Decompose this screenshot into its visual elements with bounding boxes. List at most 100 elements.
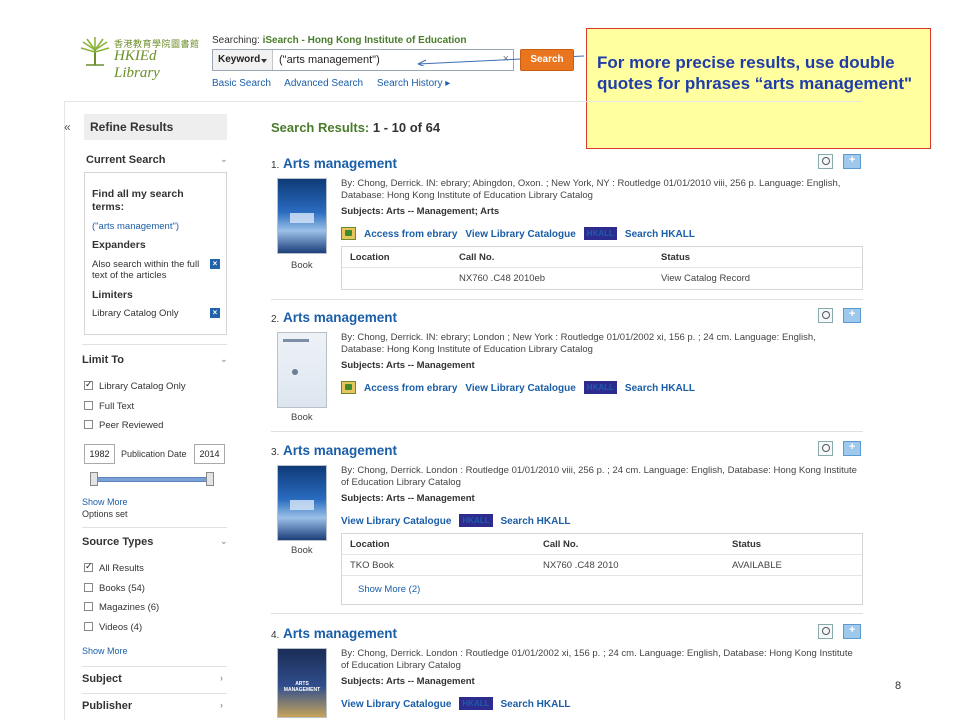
result-tools xyxy=(818,441,861,459)
limit-library-catalog-checkbox[interactable]: Library Catalog Only xyxy=(84,379,186,392)
limit-peer-reviewed-checkbox[interactable]: Peer Reviewed xyxy=(84,420,163,431)
searching-database[interactable]: iSearch - Hong Kong Institute of Educati… xyxy=(263,35,467,46)
result-separator xyxy=(271,431,863,432)
result-type-label: Book xyxy=(291,412,313,423)
remove-limiter-icon[interactable]: × xyxy=(210,308,220,318)
checkbox-icon xyxy=(84,401,93,410)
source-videos-checkbox[interactable]: Videos (4) xyxy=(84,622,142,633)
chevron-right-icon: › xyxy=(220,673,223,683)
ebrary-icon xyxy=(341,227,356,240)
current-search-heading[interactable]: Current Search ⌄ xyxy=(86,154,228,166)
checkbox-icon xyxy=(84,420,93,429)
subject-label: Subject xyxy=(82,673,122,685)
collapse-sidebar-icon[interactable]: « xyxy=(64,120,71,134)
preview-icon[interactable] xyxy=(818,624,833,639)
result-title-link[interactable]: Arts management xyxy=(283,156,397,171)
add-to-folder-icon[interactable] xyxy=(843,441,861,456)
view-catalogue-link[interactable]: View Library Catalogue xyxy=(465,383,575,394)
search-hkall-link[interactable]: Search HKALL xyxy=(501,516,571,527)
holdings-col-status: Status xyxy=(732,539,762,550)
limit-to-label: Limit To xyxy=(82,354,124,366)
cover-title-text: ARTS MANAGEMENT xyxy=(283,681,321,693)
source-books-checkbox[interactable]: Books (54) xyxy=(84,583,145,594)
checkbox-label: Books (54) xyxy=(99,583,145,594)
current-search-term[interactable]: ("arts management") xyxy=(92,221,212,232)
add-to-folder-icon[interactable] xyxy=(843,624,861,639)
access-ebrary-link[interactable]: Access from ebrary xyxy=(364,229,457,240)
source-show-more-link[interactable]: Show More xyxy=(82,646,128,656)
add-to-folder-icon[interactable] xyxy=(843,154,861,169)
book-cover-thumbnail[interactable]: ARTS MANAGEMENT xyxy=(277,648,327,718)
checkbox-label: Peer Reviewed xyxy=(99,420,164,431)
search-hkall-link[interactable]: Search HKALL xyxy=(501,699,571,710)
view-catalogue-link[interactable]: View Library Catalogue xyxy=(341,699,451,710)
date-from-input[interactable]: 1982 xyxy=(84,444,115,464)
hkall-logo-icon[interactable]: HKALL xyxy=(459,514,493,527)
result-citation: By: Chong, Derrick. London : Routledge 0… xyxy=(341,648,853,671)
book-cover-thumbnail[interactable] xyxy=(277,332,327,408)
options-set-label: Options set xyxy=(82,509,128,519)
search-hkall-link[interactable]: Search HKALL xyxy=(625,229,695,240)
result-item: 1. Arts management Book By: Chong, Derri… xyxy=(271,154,863,296)
library-logo[interactable]: 香港教育學院圖書館 HKIEd Library xyxy=(78,34,203,81)
current-search-box: Find all my search terms: ("arts managem… xyxy=(84,172,227,335)
checkbox-checked-icon xyxy=(84,379,93,390)
view-catalog-record-link[interactable]: View Catalog Record xyxy=(661,273,750,284)
advanced-search-link[interactable]: Advanced Search xyxy=(284,78,363,89)
date-slider-end-handle[interactable] xyxy=(206,472,214,486)
callout-text: For more precise results, use double quo… xyxy=(597,53,913,93)
limiter-item: Library Catalog Only xyxy=(92,308,179,319)
preview-icon[interactable] xyxy=(818,441,833,456)
date-to-input[interactable]: 2014 xyxy=(194,444,225,464)
divider xyxy=(82,693,227,694)
field-select[interactable]: Keyword xyxy=(213,50,273,70)
search-links: Basic Search Advanced Search Search Hist… xyxy=(212,78,461,89)
publisher-facet[interactable]: Publisher › xyxy=(82,700,223,712)
limit-to-heading[interactable]: Limit To ⌄ xyxy=(82,354,228,366)
chevron-right-icon: › xyxy=(220,700,223,710)
date-slider-start-handle[interactable] xyxy=(90,472,98,486)
search-button[interactable]: Search xyxy=(520,49,574,71)
preview-icon[interactable] xyxy=(818,308,833,323)
result-title-link[interactable]: Arts management xyxy=(283,443,397,458)
results-label: Search Results: xyxy=(271,120,370,135)
add-to-folder-icon[interactable] xyxy=(843,308,861,323)
result-title-link[interactable]: Arts management xyxy=(283,626,397,641)
source-all-results-checkbox[interactable]: All Results xyxy=(84,561,144,574)
limit-full-text-checkbox[interactable]: Full Text xyxy=(84,401,134,412)
search-hkall-link[interactable]: Search HKALL xyxy=(625,383,695,394)
results-range: 1 - 10 of 64 xyxy=(372,120,441,135)
table-row: Show More (2) xyxy=(342,576,862,604)
ebrary-icon xyxy=(341,381,356,394)
book-cover-thumbnail[interactable] xyxy=(277,178,327,254)
refine-results-title: Refine Results xyxy=(84,114,227,140)
publisher-label: Publisher xyxy=(82,700,133,712)
find-all-terms-label: Find all my search terms: xyxy=(92,188,184,213)
holdings-show-more-link[interactable]: Show More (2) xyxy=(358,584,420,595)
subject-facet[interactable]: Subject › xyxy=(82,673,223,685)
result-citation: By: Chong, Derrick. London : Routledge 0… xyxy=(341,465,857,488)
date-slider-track[interactable] xyxy=(92,477,210,482)
limit-show-more-link[interactable]: Show More xyxy=(82,497,128,507)
preview-icon[interactable] xyxy=(818,154,833,169)
result-number: 2. xyxy=(271,314,280,325)
checkbox-checked-icon xyxy=(84,561,93,572)
search-history-link[interactable]: Search History ▸ xyxy=(377,78,450,89)
result-subjects: Subjects: Arts -- Management xyxy=(341,360,475,371)
chevron-down-icon: ⌄ xyxy=(220,154,228,164)
source-magazines-checkbox[interactable]: Magazines (6) xyxy=(84,602,159,613)
holdings-callno: NX760 .C48 2010 xyxy=(543,560,619,571)
access-ebrary-link[interactable]: Access from ebrary xyxy=(364,383,457,394)
book-cover-thumbnail[interactable] xyxy=(277,465,327,541)
remove-expander-icon[interactable]: × xyxy=(210,259,220,269)
publication-date-label: Publication Date xyxy=(121,449,187,459)
result-title-link[interactable]: Arts management xyxy=(283,310,397,325)
checkbox-label: Magazines (6) xyxy=(99,602,160,613)
source-types-heading[interactable]: Source Types ⌄ xyxy=(82,536,228,548)
hkall-logo-icon[interactable]: HKALL xyxy=(459,697,493,710)
basic-search-link[interactable]: Basic Search xyxy=(212,78,271,89)
view-catalogue-link[interactable]: View Library Catalogue xyxy=(341,516,451,527)
hkall-logo-icon[interactable]: HKALL xyxy=(583,227,617,240)
view-catalogue-link[interactable]: View Library Catalogue xyxy=(465,229,575,240)
hkall-logo-icon[interactable]: HKALL xyxy=(583,381,617,394)
